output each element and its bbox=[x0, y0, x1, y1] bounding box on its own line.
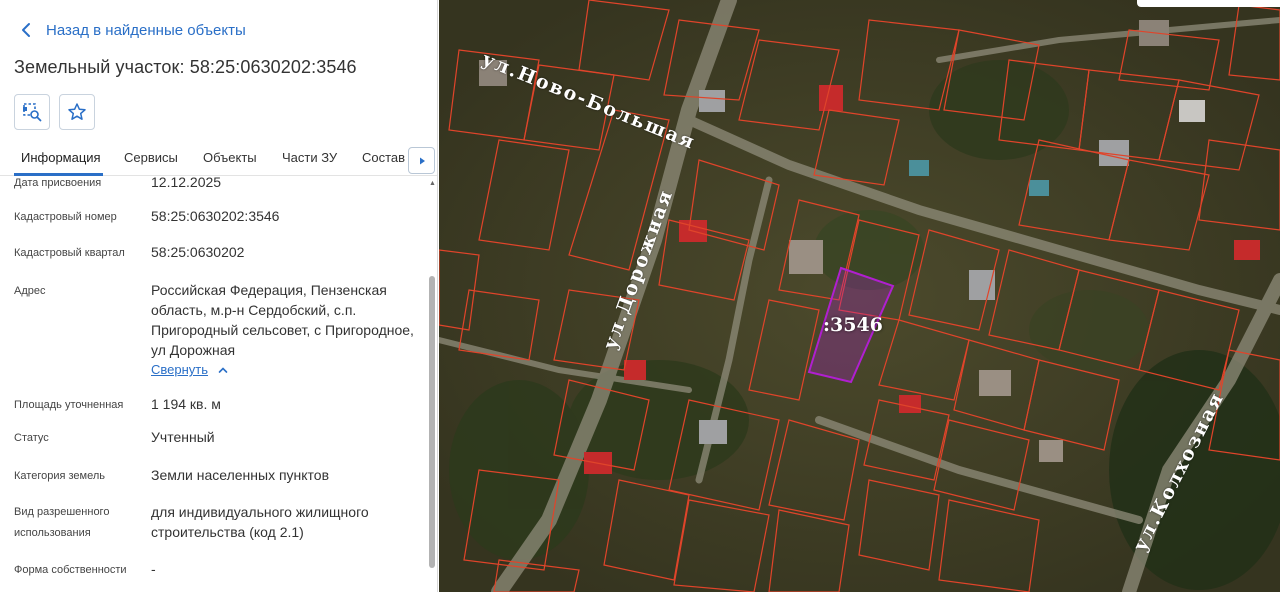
field-label-cadastral-quarter: Кадастровый квартал bbox=[14, 247, 125, 259]
field-label-area: Площадь уточненная bbox=[14, 399, 124, 411]
field-label-permitted-use-line2: использования bbox=[14, 527, 91, 539]
scroll-up-arrow-icon[interactable]: ▲ bbox=[429, 180, 436, 187]
favorite-button[interactable] bbox=[59, 94, 95, 130]
panel-scrollbar[interactable]: ▲ bbox=[428, 178, 436, 592]
field-label-ownership: Форма собственности bbox=[14, 564, 127, 576]
tab-objects[interactable]: Объекты bbox=[203, 150, 257, 165]
info-panel: Назад в найденные объекты Земельный учас… bbox=[0, 0, 438, 592]
back-link-label: Назад в найденные объекты bbox=[46, 21, 246, 39]
chevron-up-icon bbox=[218, 366, 228, 373]
tabs-next-button[interactable] bbox=[408, 147, 435, 174]
page-title: Земельный участок: 58:25:0630202:3546 bbox=[14, 57, 357, 77]
collapse-link-label: Свернуть bbox=[151, 362, 209, 377]
tab-composition[interactable]: Состав bbox=[362, 150, 405, 165]
tab-services[interactable]: Сервисы bbox=[124, 150, 178, 165]
field-label-land-category: Категория земель bbox=[14, 470, 105, 482]
field-value-permitted-use: для индивидуального жилищного строительс… bbox=[151, 504, 369, 540]
map-view[interactable]: ул.Ново-Большая ул.Дорожная ул.Колхозная… bbox=[439, 0, 1280, 592]
collapse-link[interactable]: Свернуть bbox=[151, 362, 228, 377]
field-label-assign-date: Дата присвоения bbox=[14, 177, 102, 189]
field-value-area: 1 194 кв. м bbox=[151, 396, 221, 412]
field-label-permitted-use: Вид разрешенного использования bbox=[14, 502, 109, 544]
field-label-status: Статус bbox=[14, 432, 49, 444]
field-value-assign-date: 12.12.2025 bbox=[151, 174, 222, 190]
field-value-ownership: - bbox=[151, 561, 156, 577]
field-label-cadastral-number: Кадастровый номер bbox=[14, 211, 117, 223]
select-area-button[interactable] bbox=[14, 94, 50, 130]
tab-parts[interactable]: Части ЗУ bbox=[282, 150, 337, 165]
field-value-cadastral-quarter: 58:25:0630202 bbox=[151, 244, 245, 260]
scrollbar-thumb[interactable] bbox=[429, 276, 435, 568]
parcel-label: :3546 bbox=[823, 314, 883, 336]
tab-bar: Информация Сервисы Объекты Части ЗУ Сост… bbox=[0, 140, 437, 176]
field-value-land-category: Земли населенных пунктов bbox=[151, 467, 330, 483]
back-link[interactable]: Назад в найденные объекты bbox=[18, 21, 246, 39]
star-icon bbox=[68, 103, 86, 120]
tab-info[interactable]: Информация bbox=[21, 150, 101, 165]
field-label-permitted-use-line1: Вид разрешенного bbox=[14, 506, 110, 518]
field-label-address: Адрес bbox=[14, 285, 46, 297]
chevron-right-icon bbox=[419, 157, 425, 164]
select-area-icon bbox=[23, 103, 42, 122]
field-value-address: Российская Федерация, Пензенская область… bbox=[151, 282, 414, 358]
map-search-box[interactable] bbox=[1137, 0, 1280, 7]
chevron-left-icon bbox=[22, 23, 30, 37]
field-value-status: Учтенный bbox=[151, 429, 215, 445]
field-value-cadastral-number: 58:25:0630202:3546 bbox=[151, 208, 280, 224]
